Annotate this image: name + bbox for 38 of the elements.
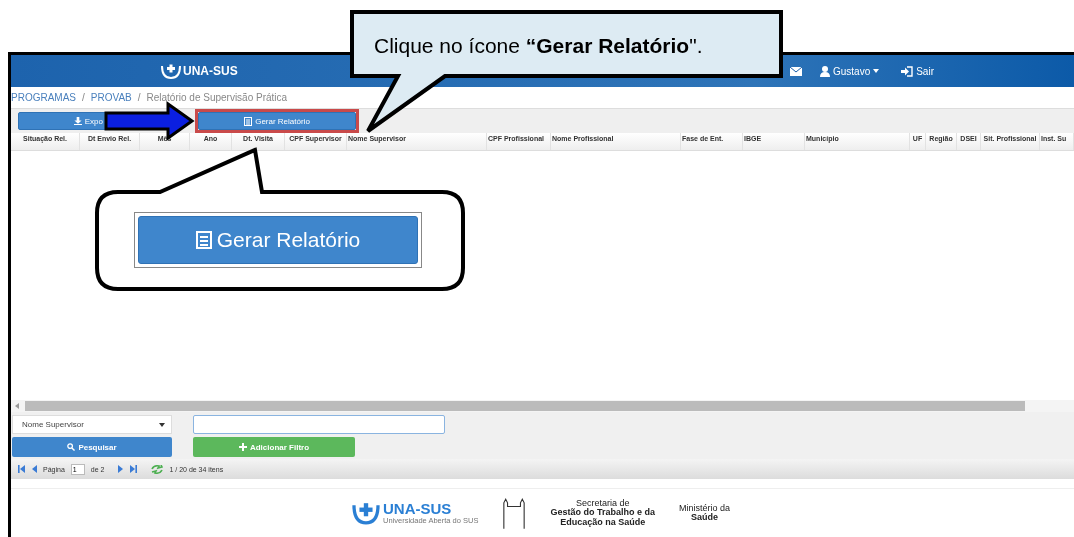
search-button[interactable]: Pesquisar: [12, 437, 172, 457]
breadcrumb-separator: /: [82, 92, 85, 103]
scrollbar-thumb[interactable]: [25, 401, 1025, 411]
caret-icon: [159, 422, 165, 427]
previous-page-icon[interactable]: [32, 465, 37, 473]
download-icon: [73, 117, 82, 125]
breadcrumb-item[interactable]: PROGRAMAS: [11, 92, 76, 103]
last-page-icon[interactable]: [129, 465, 138, 473]
list-icon: [244, 116, 253, 126]
logo-text: UNA-SUS: [183, 64, 238, 78]
field-select[interactable]: Nome Supervisor: [12, 415, 172, 434]
breadcrumb-item[interactable]: PROVAB: [90, 92, 132, 103]
plus-icon: [238, 443, 247, 451]
first-page-icon[interactable]: [18, 465, 26, 473]
envelope-icon[interactable]: [789, 66, 802, 76]
sign-in-icon: [901, 65, 914, 77]
refresh-icon[interactable]: [151, 464, 164, 474]
export-button[interactable]: Expo: [18, 112, 108, 130]
search-icon: [67, 443, 76, 451]
caret-icon: [873, 69, 880, 73]
logo-icon: [161, 63, 181, 79]
search-field[interactable]: [193, 415, 445, 434]
logo-text: UNA-SUS: [383, 501, 453, 516]
breadcrumb-separator: /: [137, 92, 141, 103]
secretaria-text: Secretaria de Gestão do Trabalho e da Educação na Saúde: [550, 498, 655, 528]
report-button[interactable]: Gerar Relatório: [138, 216, 418, 264]
report-button[interactable]: Gerar Relatório: [198, 112, 356, 130]
breadcrumb-item: Relatório de Supervisão Prática: [146, 92, 288, 103]
next-page-icon[interactable]: [118, 465, 124, 473]
user-menu[interactable]: Gustavo: [819, 65, 880, 77]
logout-link[interactable]: Sair: [901, 65, 934, 77]
building-icon: [502, 497, 527, 529]
user-icon: [819, 65, 830, 77]
callout-text: Clique no ícone “Gerar Relatório".: [374, 34, 703, 58]
scroll-left-icon[interactable]: [15, 403, 19, 409]
logo-icon: [351, 501, 381, 525]
list-icon: [195, 231, 212, 249]
ministerio-text: Ministério da Saúde: [679, 503, 731, 523]
